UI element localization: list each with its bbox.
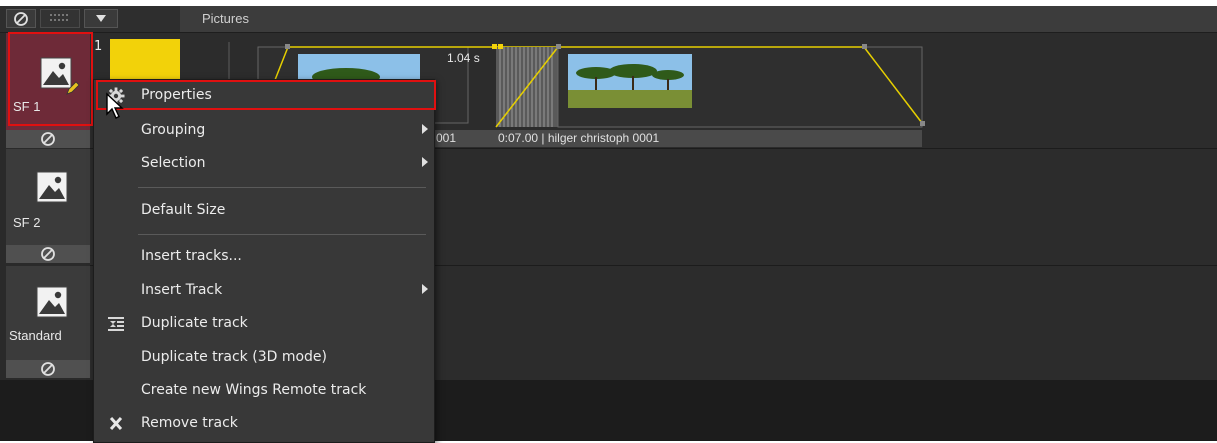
clip-thumbnail-2 — [568, 54, 692, 108]
menu-item-label: Insert tracks... — [141, 248, 242, 264]
grid-icon — [50, 14, 68, 21]
x-icon — [109, 416, 123, 431]
header-bar: Pictures — [0, 6, 1217, 33]
menu-item-duplicate-track[interactable]: Duplicate track — [94, 308, 434, 340]
submenu-arrow-icon — [422, 157, 428, 167]
menu-item-label: Remove track — [141, 415, 238, 431]
no-entry-icon — [14, 12, 28, 26]
track-header-3[interactable]: Standard — [6, 266, 90, 360]
menu-item-grouping[interactable]: Grouping — [94, 115, 434, 147]
track-1-mute-button[interactable] — [6, 130, 90, 148]
submenu-arrow-icon — [422, 284, 428, 294]
track-3-mute-button[interactable] — [6, 360, 90, 378]
menu-item-remove-track[interactable]: Remove track — [94, 408, 434, 440]
menu-item-label: Default Size — [141, 202, 226, 218]
track-name-2: SF 2 — [13, 215, 41, 230]
no-entry-icon — [41, 247, 55, 261]
picture-track-icon — [36, 171, 68, 203]
no-entry-icon — [41, 362, 55, 376]
track-1-selection-highlight — [8, 32, 93, 126]
menu-item-duplicate-track-3d[interactable]: Duplicate track (3D mode) — [94, 342, 434, 374]
triangle-down-icon — [96, 15, 106, 22]
mouse-cursor-icon — [106, 92, 124, 119]
menu-item-selection[interactable]: Selection — [94, 148, 434, 180]
track-color-tag — [110, 39, 180, 81]
submenu-arrow-icon — [422, 124, 428, 134]
duplicate-track-icon — [108, 317, 124, 331]
menu-item-insert-tracks[interactable]: Insert tracks... — [94, 241, 434, 273]
menu-item-label: Duplicate track (3D mode) — [141, 349, 327, 365]
properties-highlight — [96, 80, 436, 110]
menu-item-label: Create new Wings Remote track — [141, 382, 367, 398]
picture-track-icon — [36, 286, 68, 318]
track-header-2[interactable]: SF 2 — [6, 149, 90, 245]
context-menu: Properties Grouping Selection Default Si… — [93, 79, 435, 443]
menu-item-label: Selection — [141, 155, 206, 171]
menu-item-insert-track[interactable]: Insert Track — [94, 275, 434, 307]
transition-duration-label: 1.04 s — [447, 51, 480, 65]
menu-item-label: Grouping — [141, 122, 206, 138]
dropdown-button[interactable] — [84, 9, 118, 28]
clip-prev-label: 001 — [436, 131, 457, 145]
grid-toggle-button[interactable] — [40, 9, 80, 28]
header-controls — [0, 6, 180, 32]
track-name-3: Standard — [9, 328, 62, 343]
track-2-mute-button[interactable] — [6, 245, 90, 263]
menu-separator — [138, 187, 426, 188]
menu-item-label: Duplicate track — [141, 315, 248, 331]
track-group-title: Pictures — [202, 11, 249, 26]
transition-region — [492, 44, 559, 128]
menu-item-default-size[interactable]: Default Size — [94, 195, 434, 227]
track-number-area: 1 — [92, 33, 110, 85]
no-entry-icon — [41, 132, 55, 146]
menu-separator — [138, 234, 426, 235]
menu-item-label: Insert Track — [141, 282, 223, 298]
clip-label: 0:07.00 | hilger christoph 0001 — [498, 131, 660, 145]
mute-all-button[interactable] — [6, 9, 36, 28]
menu-item-create-wings-remote-track[interactable]: Create new Wings Remote track — [94, 375, 434, 407]
track-number: 1 — [94, 39, 103, 54]
